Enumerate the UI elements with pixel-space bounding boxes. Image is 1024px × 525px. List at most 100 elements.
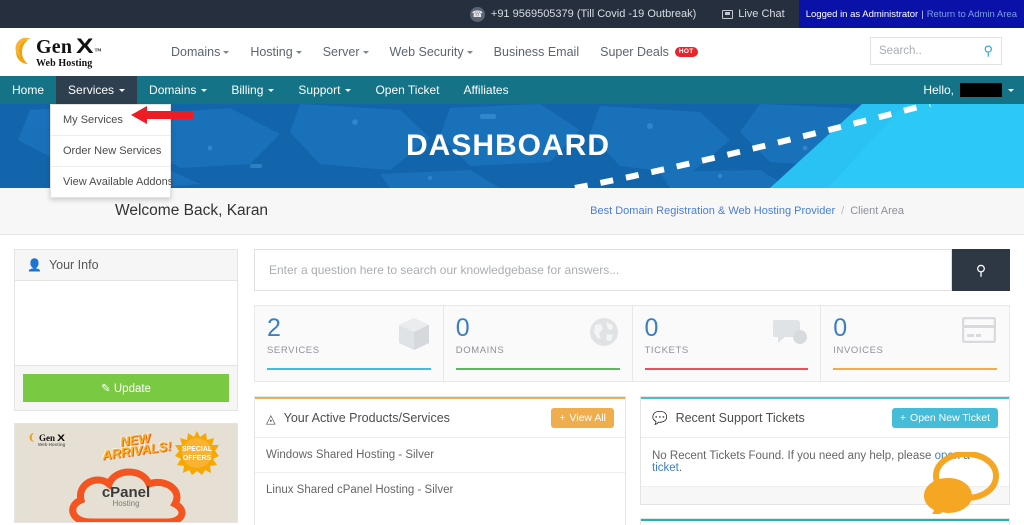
header-search-box[interactable]: Search.. ⚲ <box>870 37 1002 65</box>
hot-badge: HOT <box>674 47 698 57</box>
chevron-down-icon <box>268 88 275 92</box>
account-greeting: Hello, <box>923 83 954 97</box>
admin-notice-text: Logged in as Administrator <box>805 8 919 20</box>
dropdown-item-label: My Services <box>63 114 123 126</box>
menu-item-label: Server <box>322 45 360 59</box>
site-header: Gen X ™ Web Hosting Domains Hosting Serv… <box>0 28 1024 76</box>
stat-underline <box>267 368 431 370</box>
chevron-down-icon <box>295 50 302 54</box>
comments-icon: 💬 <box>652 410 668 425</box>
dashboard-content: 👤 Your Info ✎ Update Gen X Web Hosting N… <box>0 235 1024 525</box>
active-products-title-group: ◬ Your Active Products/Services <box>266 411 450 426</box>
breadcrumb-home-link[interactable]: Best Domain Registration & Web Hosting P… <box>590 205 835 217</box>
knowledgebase-search-button[interactable]: ⚲ <box>952 249 1010 291</box>
dropdown-item-view-available-addons[interactable]: View Available Addons <box>51 166 173 197</box>
box-icon: ◬ <box>266 411 276 426</box>
stat-underline <box>644 368 809 370</box>
left-sidebar: 👤 Your Info ✎ Update Gen X Web Hosting N… <box>0 249 248 525</box>
knowledgebase-search-input[interactable]: Enter a question here to search our know… <box>254 249 952 291</box>
menu-item-label: Domains <box>171 45 221 59</box>
stat-underline <box>455 368 620 370</box>
nav-item-open-ticket[interactable]: Open Ticket <box>363 76 451 104</box>
stat-underline <box>833 368 997 370</box>
nav-item-billing[interactable]: Billing <box>219 76 286 104</box>
nav-item-support[interactable]: Support <box>286 76 363 104</box>
knowledgebase-search: Enter a question here to search our know… <box>254 249 1010 291</box>
chevron-down-icon <box>362 50 369 54</box>
breadcrumb-separator: / <box>841 205 845 217</box>
stat-card-services[interactable]: 2 SERVICES <box>255 306 443 381</box>
box-icon <box>398 318 429 350</box>
menu-item-domains[interactable]: Domains <box>171 45 230 59</box>
search-icon[interactable]: ⚲ <box>983 43 993 59</box>
live-chat-link[interactable]: Live Chat <box>722 8 785 20</box>
nav-item-affiliates[interactable]: Affiliates <box>451 76 520 104</box>
promo-banner[interactable]: Gen X Web Hosting NEW ARRIVALS! SPECIAL … <box>14 423 238 523</box>
nav-item-label: Services <box>68 83 115 97</box>
active-products-panel: ◬ Your Active Products/Services + View A… <box>254 396 626 525</box>
welcome-greeting: Welcome Back, Karan <box>115 202 269 219</box>
red-arrow-annotation-icon <box>131 105 193 130</box>
primary-marketing-menu: Domains Hosting Server Web Security Busi… <box>171 45 698 59</box>
breadcrumb-current: Client Area <box>850 205 904 217</box>
product-name: Linux Shared cPanel Hosting - Silver <box>266 484 454 496</box>
dropdown-item-label: Order New Services <box>63 145 162 157</box>
recent-tickets-title-group: 💬 Recent Support Tickets <box>652 411 805 426</box>
logo-name-row: Gen X ™ <box>36 36 102 57</box>
product-row[interactable]: Windows Shared Hosting - Silver <box>255 438 625 472</box>
chat-box-icon <box>722 9 734 19</box>
live-chat-label: Live Chat <box>738 8 785 20</box>
dropdown-item-order-new-services[interactable]: Order New Services <box>51 135 170 166</box>
knowledgebase-search-placeholder: Enter a question here to search our know… <box>269 263 620 277</box>
nav-item-label: Domains <box>149 83 197 97</box>
account-menu[interactable]: Hello, <box>923 76 1024 104</box>
stat-card-domains[interactable]: 0 DOMAINS <box>442 306 632 381</box>
admin-notice-bar: Logged in as Administrator | Return to A… <box>798 0 1024 28</box>
your-info-title: Your Info <box>48 258 99 272</box>
stat-card-tickets[interactable]: 0 TICKETS <box>631 306 821 381</box>
view-all-button[interactable]: + View All <box>551 408 614 428</box>
product-row[interactable]: Linux Shared cPanel Hosting - Silver <box>255 472 625 507</box>
menu-item-business-email[interactable]: Business Email <box>494 45 579 59</box>
logo-swoosh-icon <box>8 36 34 68</box>
pencil-icon: ✎ <box>101 383 111 395</box>
floating-chat-widget[interactable] <box>922 450 1000 519</box>
client-area-dashboard-page: ☎ +91 9569505379 (Till Covid -19 Outbrea… <box>0 0 1024 525</box>
menu-item-web-security[interactable]: Web Security <box>390 45 473 59</box>
cpanel-label: cPanel Hosting <box>102 484 150 508</box>
update-button-label: Update <box>113 383 151 395</box>
promo-brand: Gen <box>39 432 56 443</box>
nav-item-services[interactable]: Services <box>56 76 138 104</box>
active-products-title: Your Active Products/Services <box>283 411 450 425</box>
menu-item-server[interactable]: Server <box>323 45 369 59</box>
search-icon: ⚲ <box>975 261 987 278</box>
account-name-redacted <box>960 83 1002 97</box>
promo-brand-mark: X <box>57 432 65 443</box>
promo-badge-line1: SPECIAL <box>181 446 213 453</box>
menu-item-label: Hosting <box>250 45 293 59</box>
panels-row: ◬ Your Active Products/Services + View A… <box>254 396 1010 525</box>
site-logo[interactable]: Gen X ™ Web Hosting <box>8 36 153 69</box>
menu-item-hosting[interactable]: Hosting <box>250 45 302 59</box>
nav-item-label: Open Ticket <box>375 83 440 97</box>
open-new-ticket-button[interactable]: + Open New Ticket <box>891 408 998 428</box>
product-name: Windows Shared Hosting - Silver <box>266 449 435 461</box>
chevron-down-icon <box>466 50 473 54</box>
recent-tickets-header: 💬 Recent Support Tickets + Open New Tick… <box>641 399 1009 438</box>
header-search-placeholder: Search.. <box>879 45 922 57</box>
update-button[interactable]: ✎ Update <box>23 374 229 402</box>
plus-icon: + <box>899 412 907 424</box>
return-to-admin-area-link[interactable]: Return to Admin Area <box>927 9 1017 20</box>
recent-tickets-title: Recent Support Tickets <box>675 411 805 425</box>
promo-badge-line2: OFFERS <box>182 454 212 462</box>
menu-item-super-deals[interactable]: Super Deals HOT <box>600 45 698 59</box>
special-offers-label: SPECIAL OFFERS <box>175 446 219 463</box>
nav-item-domains[interactable]: Domains <box>137 76 219 104</box>
nav-item-label: Billing <box>231 83 264 97</box>
comment-icon <box>773 320 808 344</box>
support-phone: ☎ +91 9569505379 (Till Covid -19 Outbrea… <box>469 6 696 22</box>
stat-card-invoices[interactable]: 0 INVOICES <box>820 306 1009 381</box>
breadcrumb: Best Domain Registration & Web Hosting P… <box>590 205 904 217</box>
logo-name: Gen <box>36 35 73 58</box>
nav-item-home[interactable]: Home <box>0 76 56 104</box>
